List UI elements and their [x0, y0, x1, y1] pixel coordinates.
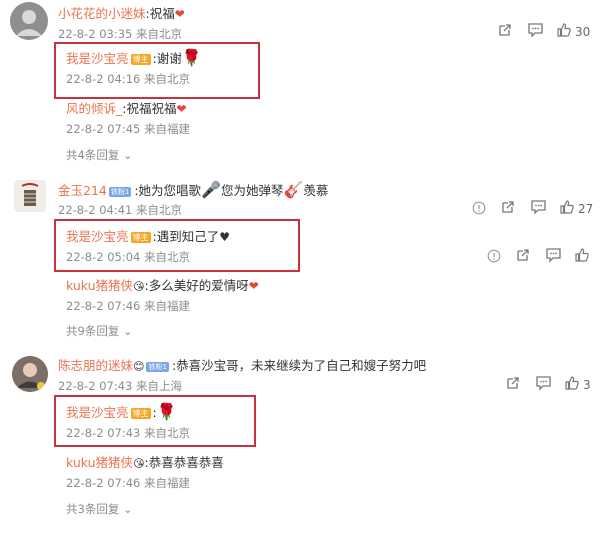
- reply-username[interactable]: 风的倾诉_: [66, 101, 122, 116]
- comment-meta: 22-8-2 03:35 来自北京: [58, 27, 183, 41]
- rose-emoji-icon: 🌹: [156, 402, 177, 421]
- report-icon[interactable]: [472, 200, 486, 219]
- like-icon[interactable]: [574, 247, 590, 267]
- comment-actions: 30: [497, 22, 590, 42]
- comment-icon[interactable]: [545, 247, 562, 267]
- reply-username[interactable]: kuku猪猪侠: [66, 455, 133, 470]
- emoji-icon: 😊: [133, 360, 145, 373]
- reply-row: 我是沙宝亮 博主:🌹: [66, 402, 177, 421]
- reply-text: 多么美好的爱情呀: [148, 278, 249, 293]
- reply-text: 遇到知己了: [156, 229, 220, 244]
- reply-row: 我是沙宝亮 博主:遇到知己了♥: [66, 229, 231, 244]
- reply-text: 谢谢: [156, 51, 182, 66]
- comment-icon[interactable]: [527, 22, 544, 42]
- comment-row: 小花花的小迷妹:祝福❤: [58, 6, 185, 21]
- reply-meta: 22-8-2 07:43 来自北京: [66, 426, 191, 440]
- like-icon[interactable]: [564, 375, 580, 395]
- report-icon[interactable]: [487, 248, 501, 267]
- author-badge: 博主: [130, 54, 151, 65]
- reply-meta: 22-8-2 07:46 来自福建: [66, 299, 191, 313]
- author-badge: 博主: [130, 408, 151, 419]
- comment-icon[interactable]: [530, 199, 547, 219]
- like-icon[interactable]: [559, 199, 575, 219]
- comment-text: 恭喜沙宝哥，未来继续为了自己和嫂子努力吧: [176, 358, 427, 373]
- like-count: 27: [578, 202, 594, 216]
- chevron-down-icon: ⌄: [122, 148, 133, 162]
- share-icon[interactable]: [500, 199, 516, 219]
- author-badge: 博主: [130, 232, 151, 243]
- reply-row: 我是沙宝亮 博主:谢谢🌹: [66, 48, 202, 67]
- share-icon[interactable]: [515, 247, 531, 267]
- fan-badge: 铁粉1: [108, 187, 132, 197]
- heart-emoji-icon: ❤: [176, 102, 187, 116]
- emoji-icon: 😘: [133, 280, 145, 293]
- more-replies-link[interactable]: 共4条回复 ⌄: [66, 147, 133, 163]
- comment-username[interactable]: 小花花的小迷妹: [58, 6, 146, 21]
- reply-actions: [487, 247, 590, 267]
- comment-username[interactable]: 金玉214: [58, 183, 107, 198]
- heart-emoji-icon: ♥: [219, 230, 231, 244]
- comment-text: 祝福: [149, 6, 175, 21]
- comment-row: 陈志朋的迷妹😊 铁粉1:恭喜沙宝哥，未来继续为了自己和嫂子努力吧: [58, 358, 427, 373]
- reply-text: 祝福祝福: [126, 101, 177, 116]
- share-icon[interactable]: [497, 22, 513, 42]
- comment-text: 她为您唱歌: [138, 183, 202, 198]
- avatar[interactable]: [10, 2, 48, 40]
- comment-username[interactable]: 陈志朋的迷妹: [58, 358, 133, 373]
- reply-username[interactable]: 我是沙宝亮: [66, 405, 129, 420]
- reply-meta: 22-8-2 07:46 来自福建: [66, 476, 191, 490]
- like-count: 30: [575, 25, 591, 39]
- heart-emoji-icon: ❤: [248, 279, 259, 293]
- reply-row: kuku猪猪侠😘:恭喜恭喜恭喜: [66, 455, 224, 470]
- comment-meta: 22-8-2 04:41 来自北京: [58, 203, 183, 217]
- reply-username[interactable]: 我是沙宝亮: [66, 229, 129, 244]
- guitar-emoji-icon: 🎸: [283, 180, 304, 199]
- comment-icon[interactable]: [535, 375, 552, 395]
- emoji-icon: 😘: [133, 457, 145, 470]
- reply-meta: 22-8-2 07:45 来自福建: [66, 122, 191, 136]
- chevron-down-icon: ⌄: [122, 324, 133, 338]
- chevron-down-icon: ⌄: [122, 502, 133, 516]
- reply-meta: 22-8-2 05:04 来自北京: [66, 250, 191, 264]
- reply-username[interactable]: 我是沙宝亮: [66, 51, 129, 66]
- comment-row: 金玉214 铁粉1:她为您唱歌🎤您为她弹琴🎸羡慕: [58, 180, 329, 199]
- fan-badge: 铁粉1: [146, 362, 169, 372]
- reply-text: 恭喜恭喜恭喜: [148, 455, 224, 470]
- share-icon[interactable]: [505, 375, 521, 395]
- avatar[interactable]: [14, 180, 46, 212]
- heart-emoji-icon: ❤: [174, 7, 185, 21]
- comment-text-3: 羡慕: [303, 183, 329, 198]
- reply-row: kuku猪猪侠😘:多么美好的爱情呀❤: [66, 278, 259, 293]
- reply-username[interactable]: kuku猪猪侠: [66, 278, 133, 293]
- reply-row: 风的倾诉_:祝福祝福❤: [66, 101, 187, 116]
- microphone-emoji-icon: 🎤: [201, 180, 221, 199]
- more-replies-link[interactable]: 共9条回复 ⌄: [66, 323, 133, 339]
- comment-text-2: 您为她弹琴: [220, 183, 284, 198]
- like-count: 3: [583, 378, 591, 392]
- more-replies-link[interactable]: 共3条回复 ⌄: [66, 501, 133, 517]
- rose-emoji-icon: 🌹: [181, 48, 202, 67]
- avatar[interactable]: [12, 356, 48, 392]
- comment-actions: 27: [472, 199, 593, 219]
- reply-meta: 22-8-2 04:16 来自北京: [66, 72, 191, 86]
- comment-actions: 3: [505, 375, 591, 395]
- like-icon[interactable]: [556, 22, 572, 42]
- comment-meta: 22-8-2 07:43 来自上海: [58, 379, 183, 393]
